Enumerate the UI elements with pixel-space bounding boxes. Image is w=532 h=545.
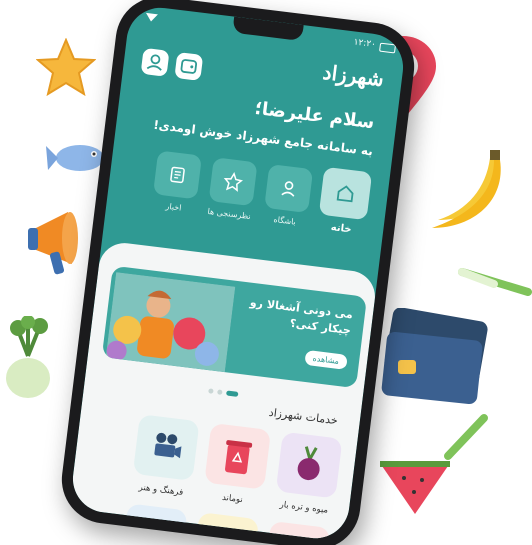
bin-icon xyxy=(225,440,253,475)
nav-surveys-tile xyxy=(208,157,258,207)
app-logo: شهرزاد xyxy=(321,59,386,92)
user-icon xyxy=(146,54,162,71)
nav-label-news: اخبار xyxy=(165,201,182,213)
wallet-button[interactable] xyxy=(174,51,204,81)
star-decoration-icon xyxy=(36,38,96,96)
kohlrabi-decoration-icon xyxy=(6,316,50,398)
service-fruit-tile xyxy=(275,431,343,499)
megaphone-decoration-icon xyxy=(28,212,78,275)
user-icon xyxy=(281,181,295,197)
signal-icon xyxy=(145,12,158,23)
star-icon xyxy=(223,171,243,192)
profile-button[interactable] xyxy=(140,47,170,77)
nav-item-home[interactable]: خانه xyxy=(315,166,375,238)
quick-nav: خانه باشگاه نظرسنجی ها اخبار xyxy=(118,147,376,257)
service-culture-tile xyxy=(132,414,200,481)
nav-club-tile xyxy=(264,164,314,214)
credit-card-decoration-icon xyxy=(381,308,488,405)
banner-photo xyxy=(105,272,236,373)
carousel-dot[interactable] xyxy=(208,388,214,394)
nav-label-home: خانه xyxy=(330,222,353,236)
scene: ۱۲:۲۰ شهرزاد سلام علیرضا؛ به سامانه جامع… xyxy=(0,0,532,545)
wallet-icon xyxy=(180,59,198,74)
banana-decoration-icon xyxy=(432,150,501,228)
nav-home-tile xyxy=(318,166,373,221)
nav-label-surveys: نظرسنجی ها xyxy=(207,206,252,222)
service-fruit[interactable]: میوه و تره بار xyxy=(273,431,344,517)
greens-decoration-icon xyxy=(444,414,488,460)
carousel-dot-active[interactable] xyxy=(225,390,239,397)
camera-icon xyxy=(154,432,182,459)
phone-mockup: ۱۲:۲۰ شهرزاد سلام علیرضا؛ به سامانه جامع… xyxy=(56,0,420,545)
service-recycle-tile xyxy=(204,422,272,490)
banner-view-button[interactable]: مشاهده xyxy=(303,349,348,370)
nav-item-club[interactable]: باشگاه xyxy=(261,164,314,228)
watermelon-decoration-icon xyxy=(380,461,450,514)
carousel-dot[interactable] xyxy=(217,389,223,395)
service-recycle[interactable]: نوماند xyxy=(201,422,272,508)
content-sheet: می دونی آشغالا رو چیکار کنی؟ مشاهده خدما… xyxy=(69,240,378,543)
banner-title: می دونی آشغالا رو چیکار کنی؟ xyxy=(247,295,354,339)
nav-item-news[interactable]: اخبار xyxy=(150,150,203,214)
service-fruit-label: میوه و تره بار xyxy=(279,499,329,516)
service-culture-label: فرهنگ و هنر xyxy=(138,482,184,498)
home-icon xyxy=(336,185,354,203)
service-culture[interactable]: فرهنگ و هنر xyxy=(130,414,201,499)
status-time: ۱۲:۲۰ xyxy=(352,37,377,51)
service-recycle-label: نوماند xyxy=(221,492,244,506)
nav-news-tile xyxy=(152,150,203,200)
nav-label-club: باشگاه xyxy=(273,214,297,227)
news-icon xyxy=(170,166,185,184)
beet-icon xyxy=(297,446,320,481)
leek-decoration-icon xyxy=(458,268,532,296)
battery-icon xyxy=(379,42,397,54)
nav-item-surveys[interactable]: نظرسنجی ها xyxy=(206,157,259,221)
